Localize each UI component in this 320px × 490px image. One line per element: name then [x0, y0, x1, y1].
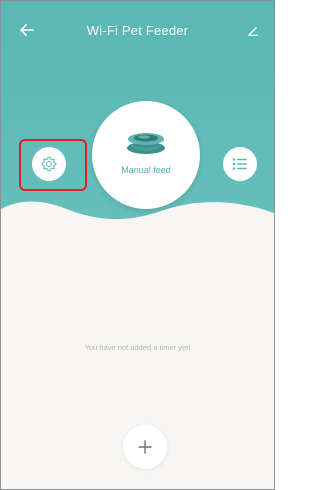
plus-icon	[138, 440, 152, 454]
back-button[interactable]	[15, 19, 39, 41]
app-screen: Wi-Fi Pet Feeder Manual feed You have no…	[0, 0, 275, 490]
arrow-left-icon	[20, 24, 34, 36]
pet-bowl-icon	[127, 133, 165, 154]
timer-list-button[interactable]	[223, 147, 257, 181]
manual-feed-label: Manual feed	[121, 165, 171, 175]
list-icon	[232, 158, 247, 170]
add-timer-button[interactable]	[123, 425, 167, 469]
settings-button[interactable]	[32, 147, 66, 181]
pencil-icon	[248, 27, 258, 36]
edit-button[interactable]	[242, 19, 264, 41]
gear-icon	[41, 156, 57, 172]
empty-timer-message: You have not added a timer yet!	[84, 343, 191, 352]
page-title: Wi-Fi Pet Feeder	[86, 23, 189, 38]
manual-feed-button[interactable]: Manual feed	[92, 101, 200, 209]
hero-panel: Wi-Fi Pet Feeder Manual feed	[1, 1, 274, 231]
top-bar: Wi-Fi Pet Feeder	[1, 1, 274, 59]
